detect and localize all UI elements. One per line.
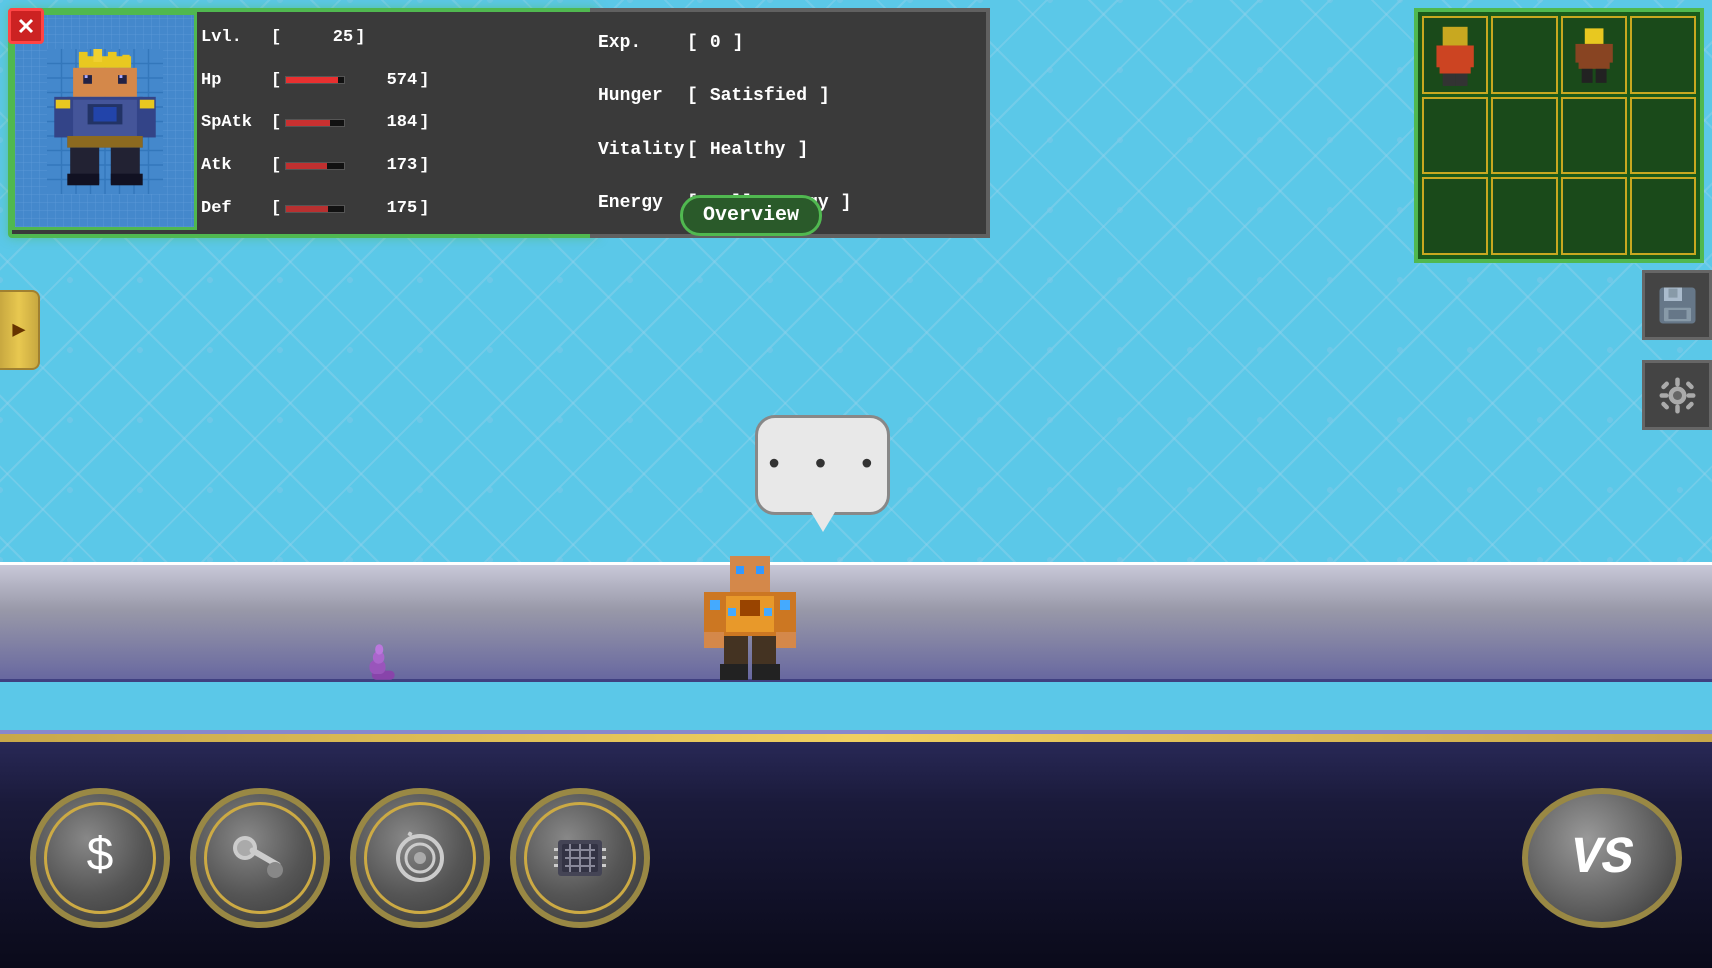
vs-label: VS (1571, 829, 1633, 888)
stat-exp: Exp. [ 0 ] (598, 33, 978, 53)
overview-button[interactable]: Overview (680, 195, 822, 236)
def-value: 175 (347, 199, 417, 218)
atk-value: 173 (347, 156, 417, 175)
map-cell (1491, 177, 1557, 255)
map-cell (1630, 16, 1696, 94)
side-left-button[interactable]: ▶ (0, 290, 40, 370)
level-value: 25 (283, 28, 353, 47)
mini-map (1414, 8, 1704, 263)
tools-button[interactable] (190, 788, 330, 928)
vs-button[interactable]: VS (1522, 788, 1682, 928)
hunger-label: Hunger (598, 86, 683, 106)
ground (0, 562, 1712, 682)
level-label: Lvl. (201, 28, 271, 47)
stat-hp: Hp [ 574 ] (201, 71, 590, 90)
stat-atk: Atk [ 173 ] (201, 156, 590, 175)
atk-label: Atk (201, 156, 271, 175)
map-cell (1561, 177, 1627, 255)
hud-panel: Lvl. [ 25 ] Hp [ 574 ] SpAtk [ 184 ] (8, 8, 598, 238)
map-cell (1422, 16, 1488, 94)
char-portrait (12, 12, 197, 230)
hp-label: Hp (201, 71, 271, 90)
bubble-dots: • • • (764, 447, 880, 484)
side-right-save-button[interactable] (1642, 270, 1712, 340)
energy-label: Energy (598, 193, 683, 213)
game-container: • • • (0, 0, 1712, 968)
vitality-value: Healthy (702, 140, 794, 160)
def-bar (285, 205, 345, 213)
map-cell (1561, 16, 1627, 94)
inventory-button[interactable] (510, 788, 650, 928)
stat-def: Def [ 175 ] (201, 199, 590, 218)
bottom-bar: $ (0, 730, 1712, 968)
shop-button[interactable]: $ (30, 788, 170, 928)
map-cell (1561, 97, 1627, 175)
side-right-settings-button[interactable] (1642, 360, 1712, 430)
spatk-value: 184 (347, 113, 417, 132)
map-cell (1422, 177, 1488, 255)
exp-label: Exp. (598, 33, 683, 53)
atk-bar (285, 162, 345, 170)
stat-vitality: Vitality [ Healthy ] (598, 140, 978, 160)
speech-bubble: • • • (755, 415, 890, 515)
hp-value: 574 (347, 71, 417, 90)
poop-item (355, 642, 400, 682)
player-character (700, 552, 800, 682)
stat-spatk: SpAtk [ 184 ] (201, 113, 590, 132)
def-label: Def (201, 199, 271, 218)
map-cell (1630, 97, 1696, 175)
hunger-value: Satisfied (702, 86, 815, 106)
close-button[interactable] (8, 8, 44, 44)
spatk-bar (285, 119, 345, 127)
actions-row: $ (30, 788, 650, 928)
map-cell (1491, 97, 1557, 175)
camera-settings-button[interactable] (350, 788, 490, 928)
left-stats: Lvl. [ 25 ] Hp [ 574 ] SpAtk [ 184 ] (197, 12, 594, 234)
map-cell (1630, 177, 1696, 255)
stat-level: Lvl. [ 25 ] (201, 28, 590, 47)
shop-icon: $ (86, 831, 115, 885)
exp-value: 0 (702, 33, 729, 53)
map-cell (1491, 16, 1557, 94)
spatk-label: SpAtk (201, 113, 271, 132)
stat-hunger: Hunger [ Satisfied ] (598, 86, 978, 106)
hp-bar (285, 76, 345, 84)
vitality-label: Vitality (598, 140, 683, 160)
map-cell (1422, 97, 1488, 175)
arrow-icon: ▶ (12, 317, 25, 343)
